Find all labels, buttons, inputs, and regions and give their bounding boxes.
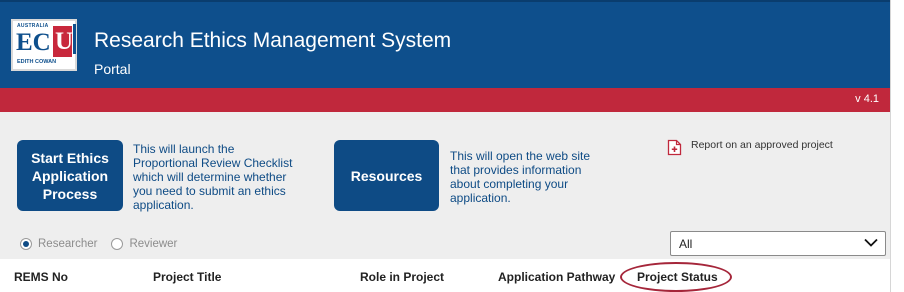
logo-u-letter: U — [55, 28, 74, 55]
filter-selected-value: All — [679, 237, 693, 251]
radio-researcher-label: Researcher — [38, 238, 98, 250]
radio-reviewer-circle[interactable] — [111, 238, 124, 250]
radio-reviewer-label: Reviewer — [129, 238, 178, 250]
version-label: v 4.1 — [855, 93, 879, 105]
column-project-title[interactable]: Project Title — [153, 270, 221, 284]
chevron-down-icon — [864, 238, 878, 247]
radio-researcher-circle[interactable] — [20, 238, 32, 250]
radio-reviewer[interactable]: Reviewer — [111, 238, 177, 250]
start-ethics-application-button[interactable]: Start Ethics Application Process — [17, 140, 123, 211]
resources-description: This will open the web site that provide… — [450, 149, 591, 205]
radio-researcher[interactable]: Researcher — [20, 238, 97, 250]
document-plus-icon — [667, 139, 682, 156]
project-filter-select[interactable]: All — [670, 231, 886, 256]
start-ethics-description: This will launch the Proportional Review… — [133, 142, 293, 212]
logo-bottom-text: EDITH COWAN — [17, 59, 57, 65]
app-header: AUSTRALIA EC U EDITH COWAN Research Ethi… — [0, 0, 890, 88]
window-edge — [890, 0, 904, 292]
column-rems-no[interactable]: REMS No — [14, 270, 68, 284]
logo-letters: EC — [16, 29, 51, 56]
report-link-label: Report on an approved project — [691, 139, 833, 151]
logo-u-block: U — [53, 26, 74, 57]
report-approved-project-link[interactable]: Report on an approved project — [667, 139, 833, 156]
ecu-logo: AUSTRALIA EC U EDITH COWAN — [11, 19, 77, 71]
column-role-in-project[interactable]: Role in Project — [360, 270, 444, 284]
column-project-status[interactable]: Project Status — [637, 270, 718, 284]
column-application-pathway[interactable]: Application Pathway — [498, 270, 615, 284]
app-subtitle: Portal — [94, 61, 131, 77]
logo-side-text — [73, 24, 76, 54]
table-header: REMS No Project Title Role in Project Ap… — [0, 259, 890, 292]
app-title: Research Ethics Management System — [94, 29, 452, 52]
resources-button[interactable]: Resources — [334, 140, 439, 211]
role-toggle: Researcher Reviewer — [20, 238, 191, 250]
version-bar: v 4.1 — [0, 88, 890, 112]
